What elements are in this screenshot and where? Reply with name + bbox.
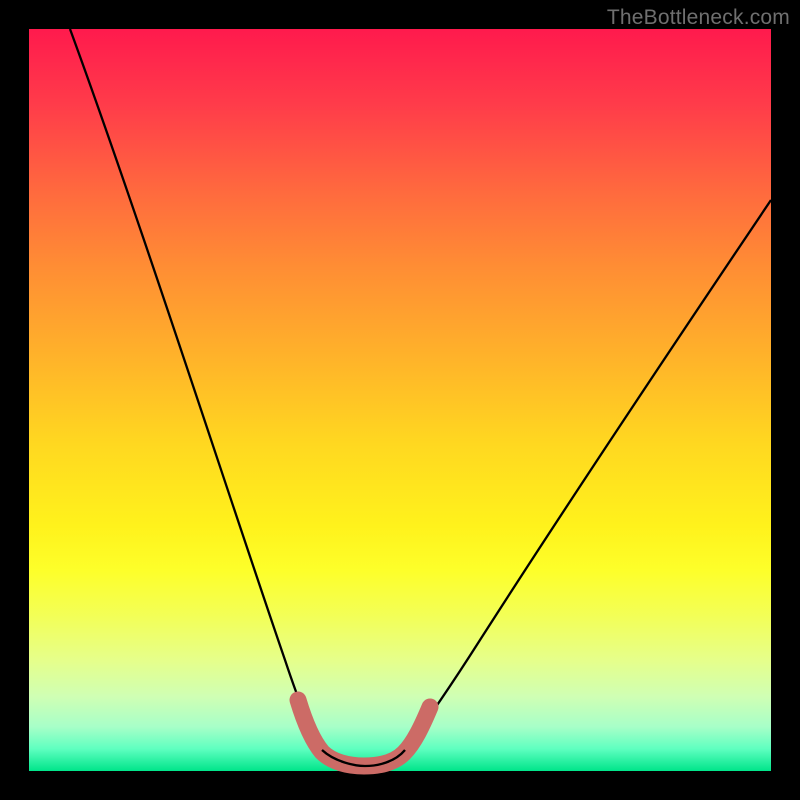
optimal-range-highlight	[298, 700, 430, 766]
bottleneck-curve-left	[70, 29, 322, 750]
chart-frame: TheBottleneck.com	[0, 0, 800, 800]
bottleneck-curve-right	[405, 200, 771, 750]
watermark-text: TheBottleneck.com	[607, 6, 790, 30]
chart-svg	[0, 0, 800, 800]
